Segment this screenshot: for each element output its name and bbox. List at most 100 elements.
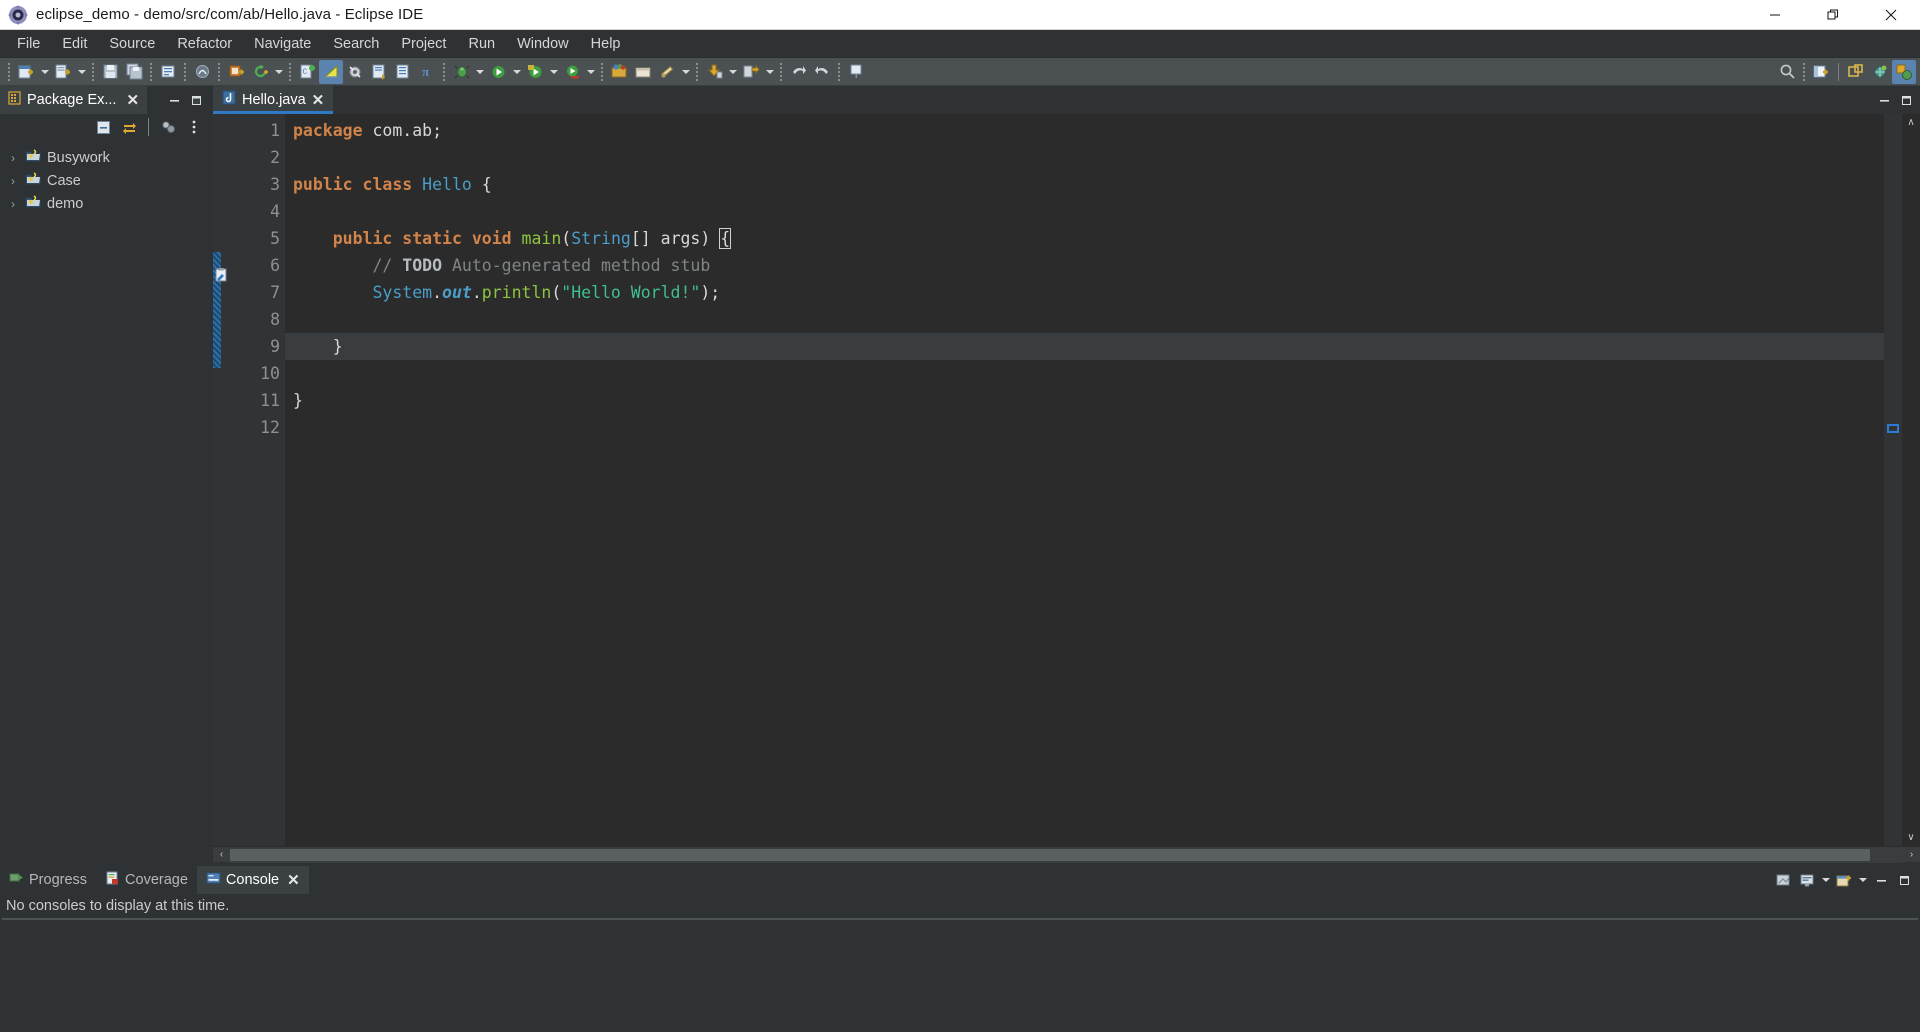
export-dropdown[interactable]	[763, 60, 776, 84]
horizontal-scroll-thumb[interactable]	[230, 848, 1870, 861]
minimize-view-icon[interactable]	[164, 89, 184, 111]
open-perspective-icon[interactable]	[1844, 60, 1868, 84]
new-perspective-icon[interactable]	[1809, 60, 1833, 84]
tree-item-demo[interactable]: › demo	[0, 192, 210, 215]
menu-edit[interactable]: Edit	[51, 33, 98, 55]
run-last-tool-icon[interactable]	[560, 60, 584, 84]
code-line[interactable]: }	[285, 387, 1884, 414]
export-icon[interactable]	[739, 60, 763, 84]
code-line[interactable]: // TODO Auto-generated method stub	[285, 252, 1884, 279]
close-button[interactable]	[1862, 0, 1920, 30]
editor-vertical-scrollbar[interactable]: ∧ ∨	[1902, 114, 1920, 846]
back-icon[interactable]	[786, 60, 810, 84]
tree-item-busywork[interactable]: › Busywork	[0, 146, 210, 169]
refresh-dropdown[interactable]	[272, 60, 285, 84]
save-icon[interactable]	[98, 60, 122, 84]
editor-overview-ruler[interactable]	[1884, 114, 1902, 846]
new-java-class-icon[interactable]	[51, 60, 75, 84]
quick-access-search-icon[interactable]	[1775, 60, 1799, 84]
source-code[interactable]: package com.ab; public class Hello { pub…	[285, 114, 1884, 441]
vertical-scroll-track[interactable]	[1902, 131, 1920, 829]
open-console-icon[interactable]	[1833, 868, 1855, 892]
clear-console-icon[interactable]	[1773, 868, 1795, 892]
editor-folding-bar[interactable]	[229, 114, 243, 846]
code-line[interactable]	[285, 198, 1884, 225]
code-line[interactable]: package com.ab;	[285, 117, 1884, 144]
new-java-package-icon[interactable]	[224, 60, 248, 84]
new-java-project-dropdown[interactable]	[38, 60, 51, 84]
horizontal-scroll-track[interactable]	[230, 846, 1903, 863]
import-icon[interactable]	[702, 60, 726, 84]
search-task-icon[interactable]	[655, 60, 679, 84]
menu-navigate[interactable]: Navigate	[243, 33, 322, 55]
new-window-icon[interactable]	[607, 60, 631, 84]
link-with-editor-icon[interactable]	[117, 116, 141, 138]
tab-hello-java[interactable]: Hello.java ✕	[213, 86, 334, 114]
next-annotation-icon[interactable]	[367, 60, 391, 84]
menu-help[interactable]: Help	[580, 33, 632, 55]
close-icon[interactable]: ✕	[126, 91, 139, 109]
skip-breakpoints-icon[interactable]	[343, 60, 367, 84]
menu-project[interactable]: Project	[390, 33, 457, 55]
scroll-up-icon[interactable]: ∧	[1902, 114, 1920, 131]
tab-console[interactable]: Console ✕	[196, 866, 309, 894]
previous-annotation-icon[interactable]	[391, 60, 415, 84]
save-all-icon[interactable]	[122, 60, 146, 84]
coverage-dropdown[interactable]	[547, 60, 560, 84]
run-dropdown[interactable]	[510, 60, 523, 84]
display-selected-console-icon[interactable]	[1796, 868, 1818, 892]
open-type-icon[interactable]: C	[295, 60, 319, 84]
debug-dropdown[interactable]	[473, 60, 486, 84]
maximize-button[interactable]	[1804, 0, 1862, 30]
maximize-console-icon[interactable]	[1893, 868, 1915, 892]
scroll-left-icon[interactable]: ‹	[213, 847, 230, 863]
maximize-editor-icon[interactable]	[1896, 89, 1916, 111]
minimize-editor-icon[interactable]	[1874, 89, 1894, 111]
menu-search[interactable]: Search	[322, 33, 390, 55]
display-selected-console-dropdown[interactable]	[1819, 868, 1832, 892]
tab-package-explorer[interactable]: Package Ex... ✕	[0, 86, 148, 114]
new-java-class-dropdown[interactable]	[75, 60, 88, 84]
collapse-all-icon[interactable]	[91, 116, 115, 138]
maximize-view-icon[interactable]	[186, 89, 206, 111]
scroll-right-icon[interactable]: ›	[1903, 847, 1920, 863]
tree-item-case[interactable]: › Case	[0, 169, 210, 192]
view-menu-filters-icon[interactable]	[156, 116, 180, 138]
code-line[interactable]: }	[285, 333, 1884, 360]
close-icon[interactable]: ✕	[312, 91, 325, 109]
toggle-mark-occurrences-icon[interactable]	[190, 60, 214, 84]
tab-coverage[interactable]: Coverage	[96, 866, 197, 894]
new-java-project-icon[interactable]	[14, 60, 38, 84]
code-line[interactable]: System.out.println("Hello World!");	[285, 279, 1884, 306]
scroll-down-icon[interactable]: ∨	[1902, 829, 1920, 846]
open-task-icon[interactable]	[631, 60, 655, 84]
minimize-button[interactable]	[1746, 0, 1804, 30]
todo-task-marker-icon[interactable]	[214, 268, 228, 282]
forward-icon[interactable]	[810, 60, 834, 84]
chevron-right-icon[interactable]: ›	[6, 174, 20, 188]
close-icon[interactable]: ✕	[287, 871, 300, 889]
java-perspective-active-icon[interactable]	[1892, 59, 1916, 84]
pin-editor-icon[interactable]	[844, 60, 868, 84]
menu-window[interactable]: Window	[506, 33, 580, 55]
menu-source[interactable]: Source	[98, 33, 166, 55]
tab-progress[interactable]: Progress	[0, 866, 96, 894]
code-line[interactable]: public static void main(String[] args) {	[285, 225, 1884, 252]
minimize-console-icon[interactable]	[1870, 868, 1892, 892]
import-dropdown[interactable]	[726, 60, 739, 84]
print-icon[interactable]	[156, 60, 180, 84]
console-output-area[interactable]	[2, 918, 1918, 1032]
view-menu-icon[interactable]	[182, 116, 206, 138]
refresh-icon[interactable]	[248, 60, 272, 84]
menu-refactor[interactable]: Refactor	[166, 33, 243, 55]
editor-code-area[interactable]: package com.ab; public class Hello { pub…	[285, 114, 1884, 846]
code-line[interactable]	[285, 144, 1884, 171]
code-line[interactable]: public class Hello {	[285, 171, 1884, 198]
run-icon[interactable]	[486, 60, 510, 84]
code-line[interactable]	[285, 360, 1884, 387]
menu-run[interactable]: Run	[457, 33, 506, 55]
chevron-right-icon[interactable]: ›	[6, 151, 20, 165]
code-line[interactable]	[285, 414, 1884, 441]
overview-marker[interactable]	[1887, 424, 1899, 433]
debug-icon[interactable]	[449, 60, 473, 84]
